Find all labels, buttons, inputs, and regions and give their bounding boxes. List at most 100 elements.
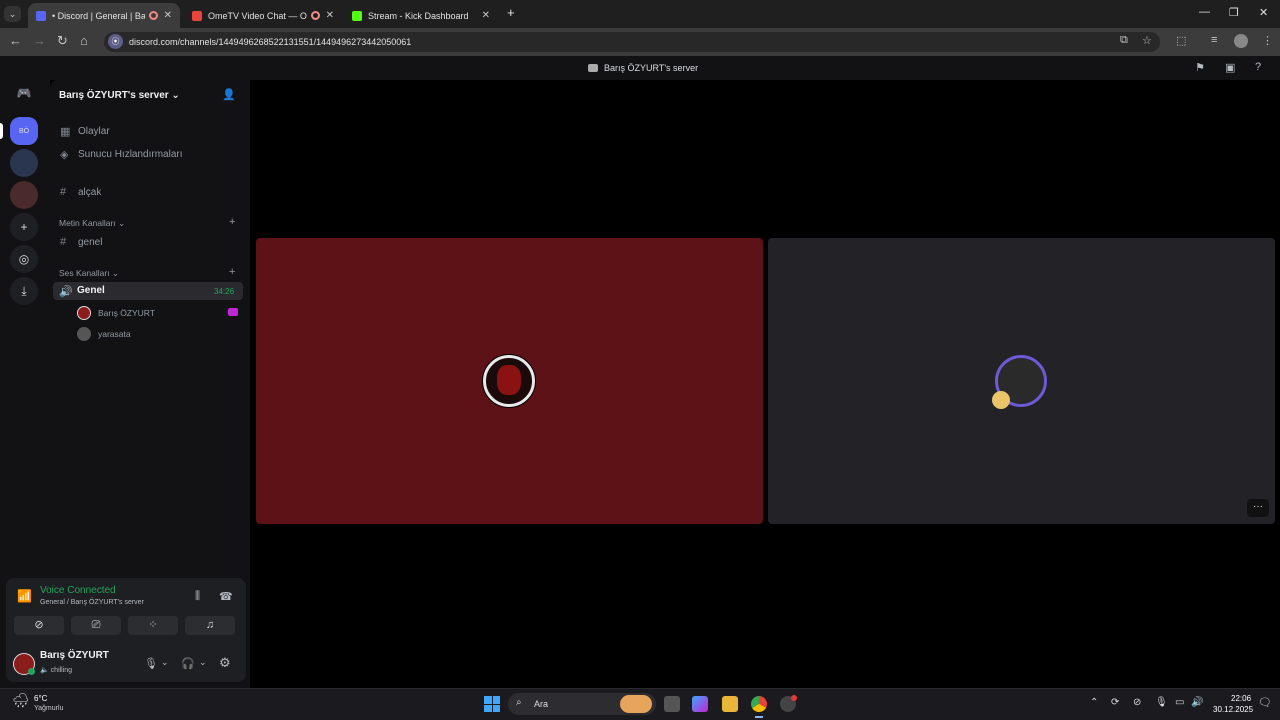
window-close-icon[interactable]: ✕ — [1259, 6, 1268, 19]
server-name-header[interactable]: Barış ÖZYURT's server ⌄ — [59, 90, 180, 101]
signal-icon: 📶 — [17, 589, 32, 603]
text-category[interactable]: Metin Kanalları ⌄ — [59, 218, 125, 229]
voice-category[interactable]: Ses Kanalları ⌄ — [59, 268, 119, 279]
weather-desc[interactable]: Yağmurlu — [34, 705, 63, 712]
site-info-icon[interactable]: ⦿ — [108, 34, 123, 49]
voice-connected-subtitle[interactable]: General / Barış ÖZYURT's server — [40, 599, 144, 606]
discord-home-icon[interactable]: 🎮 — [10, 79, 38, 107]
url-text[interactable]: discord.com/channels/1449496268522131551… — [129, 37, 411, 47]
mic-icon[interactable]: 🎙 — [144, 657, 158, 670]
recording-icon — [148, 11, 158, 20]
channel-alcak[interactable]: # alçak — [60, 186, 101, 198]
clock-date[interactable]: 30.12.2025 — [1213, 705, 1253, 714]
invite-people-icon[interactable]: 👤 — [222, 88, 236, 101]
popout-icon[interactable]: ▣ — [1225, 61, 1235, 74]
close-tab-icon[interactable]: ✕ — [482, 10, 490, 21]
media-control-icon[interactable]: ≡ — [1211, 34, 1217, 46]
boost-icon: ◈ — [60, 149, 69, 161]
audio-options-chevron-icon[interactable]: ⌄ — [199, 657, 207, 668]
add-server-icon[interactable]: + — [10, 213, 38, 241]
extensions-icon[interactable]: ⬚ — [1176, 34, 1186, 47]
soundboard-icon: ♫ — [205, 619, 215, 631]
sync-icon[interactable]: ⟳ — [1111, 697, 1119, 708]
window-title: Barış ÖZYURT's server — [604, 63, 699, 73]
active-server-pill — [0, 123, 3, 139]
tab-ometv[interactable]: OmeTV Video Chat — Ome ✕ — [184, 3, 342, 28]
user-name[interactable]: Barış ÖZYURT — [40, 650, 109, 661]
add-voice-channel-icon[interactable]: + — [229, 266, 235, 278]
network-off-icon[interactable]: ⊘ — [1133, 697, 1141, 708]
voice-connected-title[interactable]: Voice Connected — [40, 585, 116, 596]
tab-search-button[interactable]: ⌄ — [4, 6, 21, 22]
chrome-icon[interactable] — [751, 696, 767, 712]
search-highlight-image — [620, 695, 652, 713]
home-icon[interactable]: ⌂ — [80, 33, 88, 48]
server-icon-3[interactable] — [10, 181, 38, 209]
category-label: Ses Kanalları — [59, 268, 110, 278]
server-icon-2[interactable] — [10, 149, 38, 177]
noise-suppression-icon[interactable]: ⫼ — [195, 590, 200, 603]
discover-icon[interactable]: ◎ — [10, 245, 38, 273]
server-logo-icon — [588, 64, 598, 72]
start-button[interactable] — [484, 696, 500, 712]
volume-icon[interactable]: 🔊 — [1191, 697, 1203, 708]
voice-user-name: yarasata — [98, 329, 131, 339]
display-icon[interactable]: ▭ — [1175, 697, 1184, 708]
clock-time[interactable]: 22:06 — [1231, 694, 1251, 703]
forward-icon[interactable]: → — [33, 33, 46, 48]
disconnect-icon[interactable]: ☎ — [219, 590, 233, 603]
minimize-icon[interactable]: — — [1199, 6, 1210, 18]
camera-off-icon: ⊘ — [34, 619, 44, 631]
bookmark-star-icon[interactable]: ☆ — [1142, 34, 1152, 47]
add-text-channel-icon[interactable]: + — [229, 216, 235, 228]
reload-icon[interactable]: ↻ — [57, 33, 68, 49]
new-tab-button[interactable]: + — [507, 5, 515, 20]
download-icon[interactable]: ⤓ — [10, 277, 38, 305]
headphones-icon[interactable]: 🎧 — [181, 657, 195, 670]
translate-icon[interactable]: ⧉ — [1120, 34, 1128, 47]
events-item[interactable]: ▦ Olaylar — [60, 125, 110, 138]
back-icon[interactable]: ← — [9, 33, 22, 48]
tab-kick[interactable]: Stream - Kick Dashboard ✕ — [344, 3, 498, 28]
boosts-item[interactable]: ◈ Sunucu Hızlandırmaları — [60, 148, 183, 161]
notification-dot — [791, 695, 797, 701]
microphone-tray-icon[interactable]: 🎙 — [1155, 697, 1168, 708]
events-label: Olaylar — [78, 126, 110, 137]
discord-favicon-icon — [36, 10, 46, 21]
user-status-row: 🔈 chilling — [40, 667, 73, 674]
inbox-icon[interactable]: ⚑ — [1195, 61, 1205, 74]
close-tab-icon[interactable]: ✕ — [326, 10, 334, 21]
settings-gear-icon[interactable]: ⚙ — [219, 655, 231, 671]
avatar-figure — [497, 365, 521, 395]
copilot-icon[interactable] — [692, 696, 708, 712]
maximize-icon[interactable]: ❐ — [1229, 6, 1239, 19]
activities-button[interactable]: ⁘ — [128, 616, 178, 635]
task-view-icon[interactable] — [664, 696, 680, 712]
activity-icon — [228, 308, 238, 316]
help-icon[interactable]: ? — [1255, 61, 1261, 73]
profile-avatar[interactable] — [1234, 34, 1248, 48]
weather-icon[interactable]: 🌧 — [12, 692, 30, 709]
tab-title: • Discord | General | Barış Ö — [52, 10, 145, 21]
boosts-label: Sunucu Hızlandırmaları — [78, 149, 183, 160]
voice-user-baris[interactable]: Barış ÖZYURT — [77, 306, 155, 320]
voice-user-yarasata[interactable]: yarasata — [77, 327, 131, 341]
chrome-menu-icon[interactable]: ⋮ — [1262, 34, 1273, 47]
server-icon-active[interactable]: BÖ — [10, 117, 38, 145]
voice-timer: 34:26 — [214, 287, 235, 296]
show-hidden-icons-icon[interactable]: ⌃ — [1090, 697, 1098, 708]
windows-logo-part — [492, 696, 500, 704]
screen-share-button[interactable]: ⎚ — [71, 616, 121, 635]
more-options-icon[interactable]: ··· — [1247, 499, 1269, 517]
camera-button[interactable]: ⊘ — [14, 616, 64, 635]
tab-discord[interactable]: • Discord | General | Barış Ö ✕ — [28, 3, 180, 28]
weather-temp[interactable]: 6°C — [34, 694, 47, 703]
channel-label: alçak — [78, 186, 102, 198]
kick-favicon-icon — [352, 10, 362, 21]
close-tab-icon[interactable]: ✕ — [164, 10, 172, 21]
soundboard-button[interactable]: ♫ — [185, 616, 235, 635]
channel-genel-text[interactable]: # genel — [60, 236, 102, 248]
mic-options-chevron-icon[interactable]: ⌄ — [161, 657, 169, 668]
notifications-icon[interactable]: 🗨 — [1258, 696, 1272, 709]
file-explorer-icon[interactable] — [722, 696, 738, 712]
